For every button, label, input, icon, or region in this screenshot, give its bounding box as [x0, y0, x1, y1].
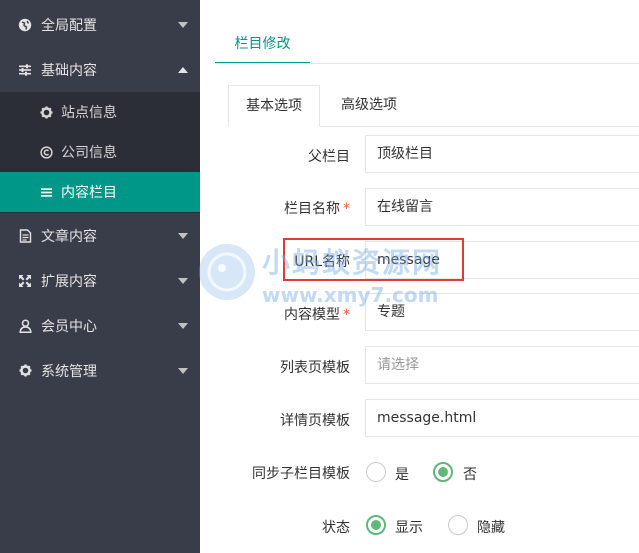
sync-yes-label[interactable]: 是 [395, 464, 409, 484]
gear-icon [39, 105, 53, 119]
gear-icon [18, 364, 32, 378]
sidebar-item-system-management[interactable]: 系统管理 [0, 348, 200, 393]
detail-template-input[interactable]: message.html [365, 399, 639, 437]
status-label-text: 状态 [322, 520, 350, 536]
copyright-icon [39, 145, 53, 159]
required-mark: * [343, 201, 350, 217]
detail-template-label-text: 详情页模板 [280, 413, 350, 429]
chevron-down-icon [178, 367, 188, 374]
sidebar-item-label: 文章内容 [41, 228, 97, 245]
sidebar-subitem-label: 公司信息 [61, 145, 117, 161]
sidebar-item-label: 基础内容 [41, 62, 97, 79]
chevron-down-icon [178, 21, 188, 28]
status-hide-label[interactable]: 隐藏 [477, 517, 505, 537]
list-template-select[interactable]: 请选择 [365, 346, 639, 384]
content-model-label: 内容模型 * [284, 304, 350, 324]
content-model-select[interactable]: 专题 [365, 293, 639, 331]
sync-no-radio[interactable] [433, 462, 453, 482]
sidebar-subitem-company-info[interactable]: 公司信息 [0, 132, 200, 172]
list-icon [39, 185, 53, 199]
column-name-input[interactable]: 在线留言 [365, 188, 639, 226]
tab-edit-column[interactable]: 栏目修改 [215, 22, 310, 64]
tab-basic-options[interactable]: 基本选项 [228, 85, 320, 127]
chevron-down-icon [178, 322, 188, 329]
status-show-label[interactable]: 显示 [395, 517, 423, 537]
sync-template-label: 同步子栏目模板 [252, 463, 350, 483]
sliders-icon [18, 63, 32, 77]
chevron-up-icon [178, 66, 188, 73]
main-content: 栏目修改 基本选项 高级选项 父栏目 顶级栏目 栏目名称 * 在线留言 URL名称… [200, 0, 639, 553]
tab-advanced-options[interactable]: 高级选项 [334, 85, 404, 127]
parent-column-label-text: 父栏目 [308, 149, 350, 165]
list-template-label: 列表页模板 [280, 357, 350, 377]
file-icon [18, 228, 32, 243]
parent-column-select[interactable]: 顶级栏目 [365, 135, 639, 173]
sync-no-label[interactable]: 否 [463, 464, 477, 484]
sidebar-subitem-content-columns[interactable]: 内容栏目 [0, 172, 200, 212]
sync-yes-radio[interactable] [366, 462, 386, 482]
sidebar-item-label: 全局配置 [41, 17, 97, 34]
status-hide-radio[interactable] [448, 515, 468, 535]
sidebar-item-label: 系统管理 [41, 363, 97, 380]
sidebar-item-label: 扩展内容 [41, 273, 97, 290]
list-template-label-text: 列表页模板 [280, 360, 350, 376]
highlight-box [283, 238, 464, 281]
sidebar-item-label: 会员中心 [41, 318, 97, 335]
status-label: 状态 [322, 517, 350, 537]
chevron-down-icon [178, 232, 188, 239]
sidebar-subitem-site-info[interactable]: 站点信息 [0, 92, 200, 132]
detail-template-label: 详情页模板 [280, 410, 350, 430]
expand-icon [18, 274, 32, 288]
sidebar-subitem-label: 站点信息 [61, 105, 117, 121]
required-mark: * [343, 307, 350, 323]
sidebar-item-global-config[interactable]: 全局配置 [0, 2, 200, 47]
form-tabs: 基本选项 高级选项 [228, 85, 639, 127]
divider [215, 63, 639, 64]
sidebar-subitem-label: 内容栏目 [61, 185, 117, 201]
content-model-label-text: 内容模型 [284, 307, 340, 323]
parent-column-label: 父栏目 [308, 146, 350, 166]
status-show-radio[interactable] [366, 515, 386, 535]
chevron-down-icon [178, 277, 188, 284]
globe-icon [18, 18, 32, 32]
sync-template-label-text: 同步子栏目模板 [252, 466, 350, 482]
sidebar-item-extended-content[interactable]: 扩展内容 [0, 258, 200, 303]
sidebar-item-basic-content[interactable]: 基础内容 [0, 47, 200, 92]
sidebar-item-article-content[interactable]: 文章内容 [0, 213, 200, 258]
sidebar-item-member-center[interactable]: 会员中心 [0, 303, 200, 348]
sidebar: 全局配置 基础内容 站点信息 公司信息 内容栏目 文章内容 扩展内容 会员中心 … [0, 0, 200, 553]
column-name-label-text: 栏目名称 [284, 201, 340, 217]
user-icon [18, 319, 32, 333]
column-name-label: 栏目名称 * [284, 198, 350, 218]
